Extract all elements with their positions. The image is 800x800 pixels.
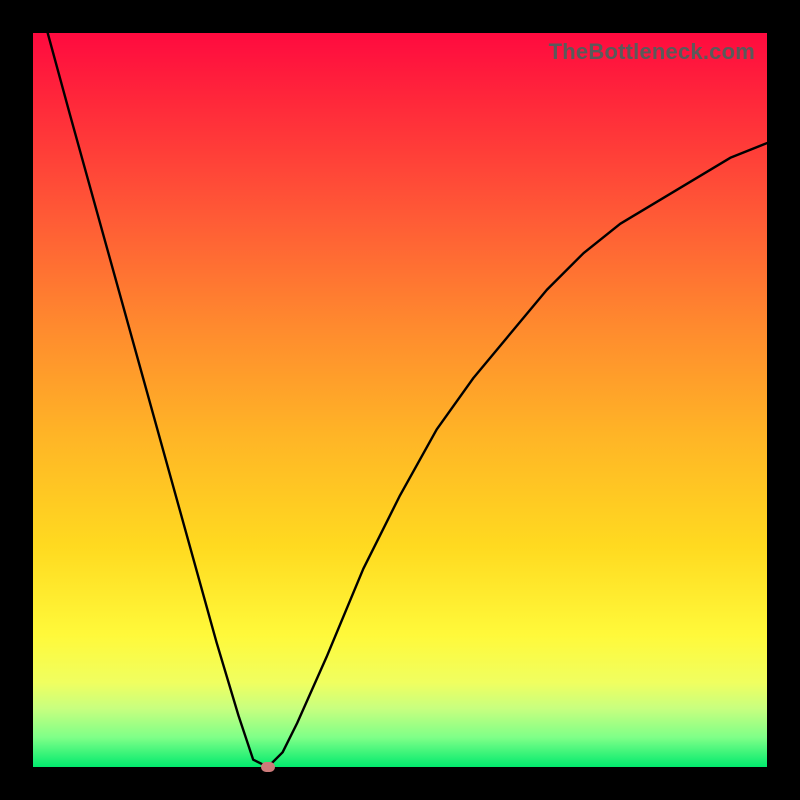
optimum-marker	[261, 762, 275, 772]
chart-frame: TheBottleneck.com	[0, 0, 800, 800]
bottleneck-curve	[33, 33, 767, 767]
plot-area: TheBottleneck.com	[33, 33, 767, 767]
